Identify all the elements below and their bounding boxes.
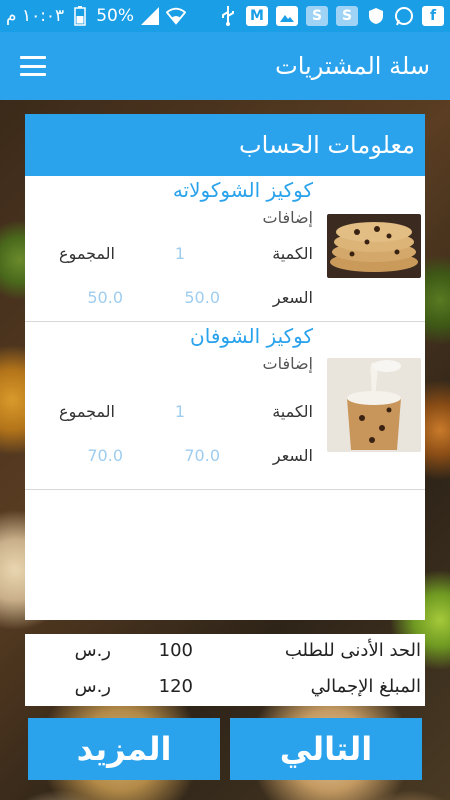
min-order-row: الحد الأدنى للطلب 100 ر.س	[25, 636, 425, 668]
grand-total-label: المبلغ الإجمالي	[310, 676, 421, 697]
item-extras: إضافات	[262, 208, 314, 227]
shield-icon	[366, 6, 386, 26]
total-label: المجموع	[59, 402, 115, 421]
quantity-label: الكمية	[272, 244, 313, 263]
item-name: كوكيز الشوفان	[190, 324, 313, 348]
order-summary: الحد الأدنى للطلب 100 ر.س المبلغ الإجمال…	[25, 634, 425, 706]
more-button[interactable]: المزيد	[28, 718, 220, 780]
item-name: كوكيز الشوكولاته	[172, 178, 313, 202]
price-label: السعر	[272, 446, 313, 465]
price-value: 50.0	[184, 288, 220, 307]
signal-icon	[140, 6, 160, 26]
quantity-label: الكمية	[272, 402, 313, 421]
card-header: معلومات الحساب	[25, 114, 425, 176]
hamburger-menu-icon[interactable]	[20, 56, 46, 76]
s-app-icon: S	[306, 6, 328, 26]
clock: ١٠:٠٣ م	[6, 6, 65, 26]
total-value: 50.0	[87, 288, 123, 307]
image-icon	[276, 6, 298, 26]
usb-icon	[218, 6, 238, 26]
s-app-icon-2: S	[336, 6, 358, 26]
quantity-value: 1	[174, 244, 185, 263]
total-value: 70.0	[87, 446, 123, 465]
wifi-icon	[166, 6, 186, 26]
app-bar: سلة المشتريات	[0, 32, 450, 100]
price-value: 70.0	[184, 446, 220, 465]
min-order-value: 100	[158, 640, 193, 661]
account-info-card: معلومات الحساب كوكيز الشوكولاته إضافات ا…	[25, 114, 425, 620]
quantity-value: 1	[174, 402, 185, 421]
gmail-icon: M	[246, 6, 268, 26]
price-label: السعر	[272, 288, 313, 307]
oatmeal-cookies-image	[327, 358, 421, 452]
min-order-currency: ر.س	[74, 640, 111, 661]
battery-icon	[70, 6, 90, 26]
page-title: سلة المشتريات	[275, 52, 430, 80]
next-button[interactable]: التالي	[230, 718, 422, 780]
facebook-icon: f	[422, 6, 444, 26]
grand-total-row: المبلغ الإجمالي 120 ر.س	[25, 672, 425, 704]
battery-percent: 50%	[96, 6, 134, 26]
total-label: المجموع	[59, 244, 115, 263]
min-order-label: الحد الأدنى للطلب	[284, 640, 421, 661]
whatsapp-icon	[394, 6, 414, 26]
cart-item[interactable]: كوكيز الشوكولاته إضافات الكمية 1 المجموع…	[25, 176, 425, 322]
status-bar: ١٠:٠٣ م 50% M S S f	[0, 0, 450, 32]
item-extras: إضافات	[262, 354, 314, 373]
chocolate-cookies-image	[327, 214, 421, 278]
grand-total-value: 120	[158, 676, 193, 697]
grand-total-currency: ر.س	[74, 676, 111, 697]
cart-item[interactable]: كوكيز الشوفان إضافات الكمية 1 المجموع ال…	[25, 322, 425, 490]
